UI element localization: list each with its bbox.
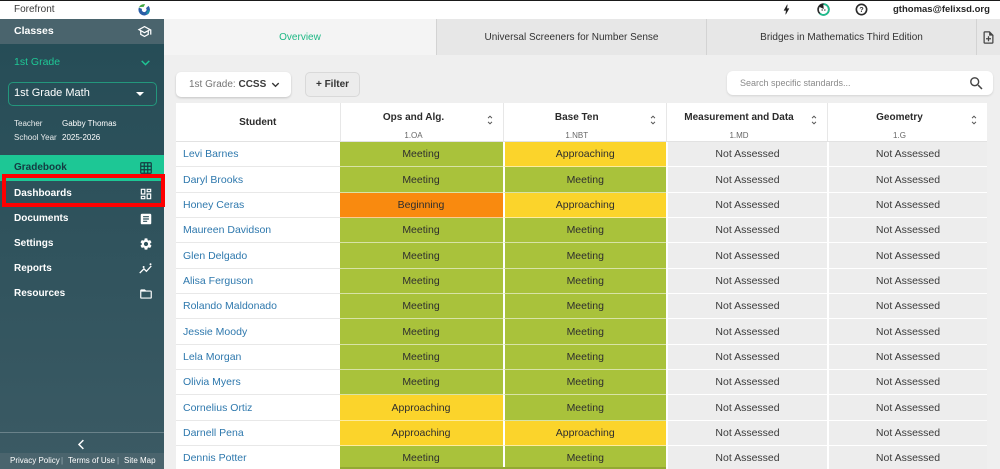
svg-text:?: ?: [859, 7, 863, 14]
